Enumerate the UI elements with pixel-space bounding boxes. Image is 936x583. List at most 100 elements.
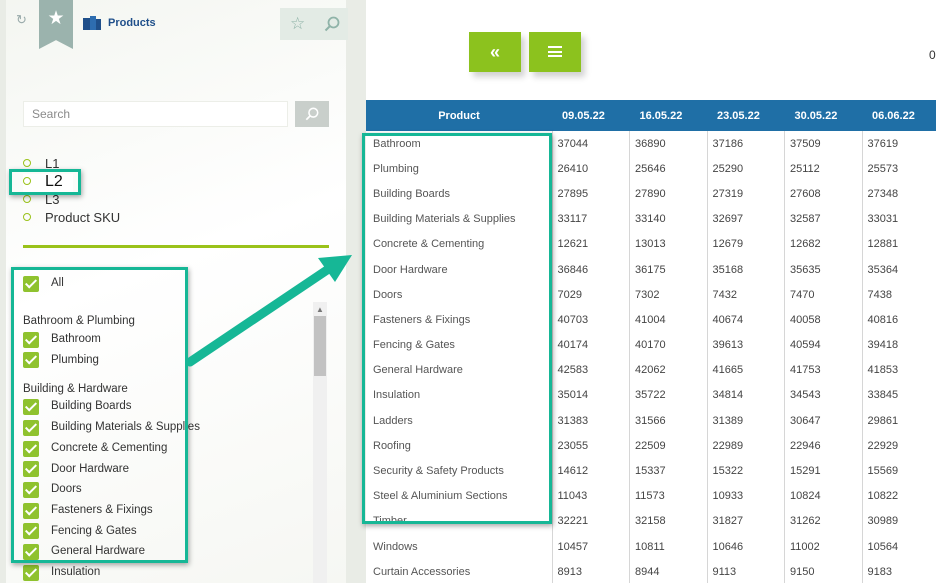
product-cell: General Hardware <box>373 364 463 377</box>
table-row[interactable]: Plumbing 26410 25646 25290 25112 25573 <box>366 156 936 182</box>
checkbox-plumbing[interactable] <box>23 352 39 368</box>
table-row[interactable]: Ladders 31383 31566 31389 30647 29861 <box>366 408 936 434</box>
checkbox-label: Building Boards <box>51 400 132 412</box>
checkbox-insulation[interactable] <box>23 565 39 581</box>
value-cell: 30647 <box>784 408 862 434</box>
value-cell: 37619 <box>861 131 936 157</box>
table-row[interactable]: Security & Safety Products 14612 15337 1532… <box>366 458 936 484</box>
radio-icon <box>23 213 31 221</box>
column-header[interactable]: 06.06.22 <box>862 100 936 131</box>
scroll-up-icon[interactable]: ▲ <box>316 305 324 314</box>
checkbox-label: Insulation <box>51 566 101 578</box>
product-cell: Building Materials & Supplies <box>373 213 516 226</box>
filter-panel: ↻ ★ Products ☆ L1 L3 L2 <box>6 0 348 583</box>
table-row[interactable]: Fencing & Gates 40174 40170 39613 40594 39418 <box>366 332 936 358</box>
product-cell: Insulation <box>373 389 421 402</box>
value-cell: 41004 <box>629 307 707 333</box>
value-cell: 35722 <box>629 382 707 409</box>
table-row[interactable]: Bathroom 37044 36890 37186 37509 37619 <box>366 131 936 157</box>
column-header[interactable]: 16.05.22 <box>629 100 707 131</box>
checkbox-label: Fencing & Gates <box>51 525 137 537</box>
table-row[interactable]: Doors 7029 7302 7432 7470 7438 <box>366 282 936 308</box>
value-cell: 33117 <box>551 206 630 232</box>
value-cell: 25646 <box>629 156 707 182</box>
column-header[interactable]: 09.05.22 <box>552 100 630 131</box>
value-cell: 25573 <box>861 156 936 182</box>
table-row[interactable]: Fasteners & Fixings 40703 41004 40674 40058 4… <box>366 307 936 333</box>
table-row[interactable]: Windows 10457 10811 10646 11002 10564 <box>366 534 936 560</box>
value-cell: 25112 <box>784 156 862 182</box>
value-cell: 14612 <box>551 458 630 484</box>
value-cell: 32158 <box>629 508 707 534</box>
value-cell: 42583 <box>551 357 630 383</box>
value-cell: 7302 <box>629 282 707 308</box>
list-scrollbar[interactable]: ▲ <box>313 302 327 583</box>
menu-button[interactable] <box>529 32 581 72</box>
search-icon <box>305 107 319 121</box>
scrollbar-thumb[interactable] <box>314 316 326 376</box>
value-cell: 9113 <box>706 559 785 583</box>
value-cell: 34814 <box>706 382 785 409</box>
table-row[interactable]: Building Materials & Supplies 33117 33140 3… <box>366 206 936 232</box>
value-cell: 11043 <box>551 483 630 509</box>
collapse-button[interactable]: « <box>469 32 521 72</box>
value-cell: 12881 <box>861 231 936 257</box>
level-label: L2 <box>45 173 63 190</box>
value-cell: 35635 <box>784 256 862 283</box>
summary-value: 0 <box>929 48 936 62</box>
column-header[interactable]: 30.05.22 <box>784 100 862 131</box>
checkbox-fencing-gates[interactable] <box>23 523 39 539</box>
value-cell: 33031 <box>861 206 936 232</box>
table-row[interactable]: Door Hardware 36846 36175 35168 35635 35364 <box>366 256 936 283</box>
column-header[interactable]: 23.05.22 <box>707 100 785 131</box>
product-cell: Ladders <box>373 414 413 427</box>
value-cell: 32221 <box>551 508 630 534</box>
table-row[interactable]: Building Boards 27895 27890 27319 27608 27348 <box>366 181 936 207</box>
favorites-tab[interactable]: ★ <box>39 0 73 49</box>
value-cell: 8944 <box>629 559 707 583</box>
value-cell: 35168 <box>706 256 785 283</box>
table-row[interactable]: Steel & Aluminium Sections 11043 11573 1093… <box>366 483 936 509</box>
panel-toolbar: ↻ ★ Products ☆ <box>6 0 348 49</box>
table-row[interactable]: General Hardware 42583 42062 41665 41753 4185… <box>366 357 936 383</box>
search-field[interactable] <box>23 101 288 127</box>
checkbox-building-materials[interactable] <box>23 420 39 436</box>
level-option-l2[interactable]: L2 <box>23 173 73 192</box>
search-input[interactable] <box>24 102 287 126</box>
product-cell: Roofing <box>373 439 411 452</box>
value-cell: 40674 <box>706 307 785 333</box>
app-title: Products <box>108 17 156 29</box>
checkbox-doors[interactable] <box>23 482 39 498</box>
search-button[interactable] <box>295 101 329 127</box>
value-cell: 10646 <box>706 534 785 560</box>
table-row[interactable]: Insulation 35014 35722 34814 34543 33845 <box>366 382 936 409</box>
column-header[interactable]: Product <box>366 100 552 131</box>
value-cell: 22989 <box>706 433 785 459</box>
data-panel: « 0 Product 09.05.22 16.05.22 23.05.22 3… <box>366 0 936 583</box>
table-row[interactable]: Concrete & Cementing 12621 13013 12679 12682… <box>366 231 936 257</box>
search-icon[interactable] <box>324 16 340 32</box>
value-cell: 10933 <box>706 483 785 509</box>
table-row[interactable]: Timber 32221 32158 31827 31262 30989 <box>366 508 936 534</box>
checkbox-concrete-cementing[interactable] <box>23 441 39 457</box>
product-table: Product 09.05.22 16.05.22 23.05.22 30.05… <box>366 100 936 583</box>
checkbox-all[interactable] <box>23 276 39 292</box>
table-row[interactable]: Curtain Accessories 8913 8944 9113 9150 9183 <box>366 559 936 583</box>
value-cell: 37044 <box>551 131 630 157</box>
checkbox-general-hardware[interactable] <box>23 544 39 560</box>
checkbox-door-hardware[interactable] <box>23 461 39 477</box>
value-cell: 15337 <box>629 458 707 484</box>
checkbox-bathroom[interactable] <box>23 332 39 348</box>
checkbox-building-boards[interactable] <box>23 399 39 415</box>
table-row[interactable]: Roofing 23055 22509 22989 22946 22929 <box>366 433 936 459</box>
value-cell: 15569 <box>861 458 936 484</box>
star-outline-icon[interactable]: ☆ <box>290 15 305 32</box>
value-cell: 31389 <box>706 408 785 434</box>
value-cell: 33845 <box>861 382 936 409</box>
checkbox-fasteners-fixings[interactable] <box>23 503 39 519</box>
refresh-icon[interactable]: ↻ <box>16 13 28 26</box>
value-cell: 10811 <box>629 534 707 560</box>
checkbox-label: Bathroom <box>51 333 101 345</box>
value-cell: 12682 <box>784 231 862 257</box>
product-cell: Concrete & Cementing <box>373 238 485 251</box>
